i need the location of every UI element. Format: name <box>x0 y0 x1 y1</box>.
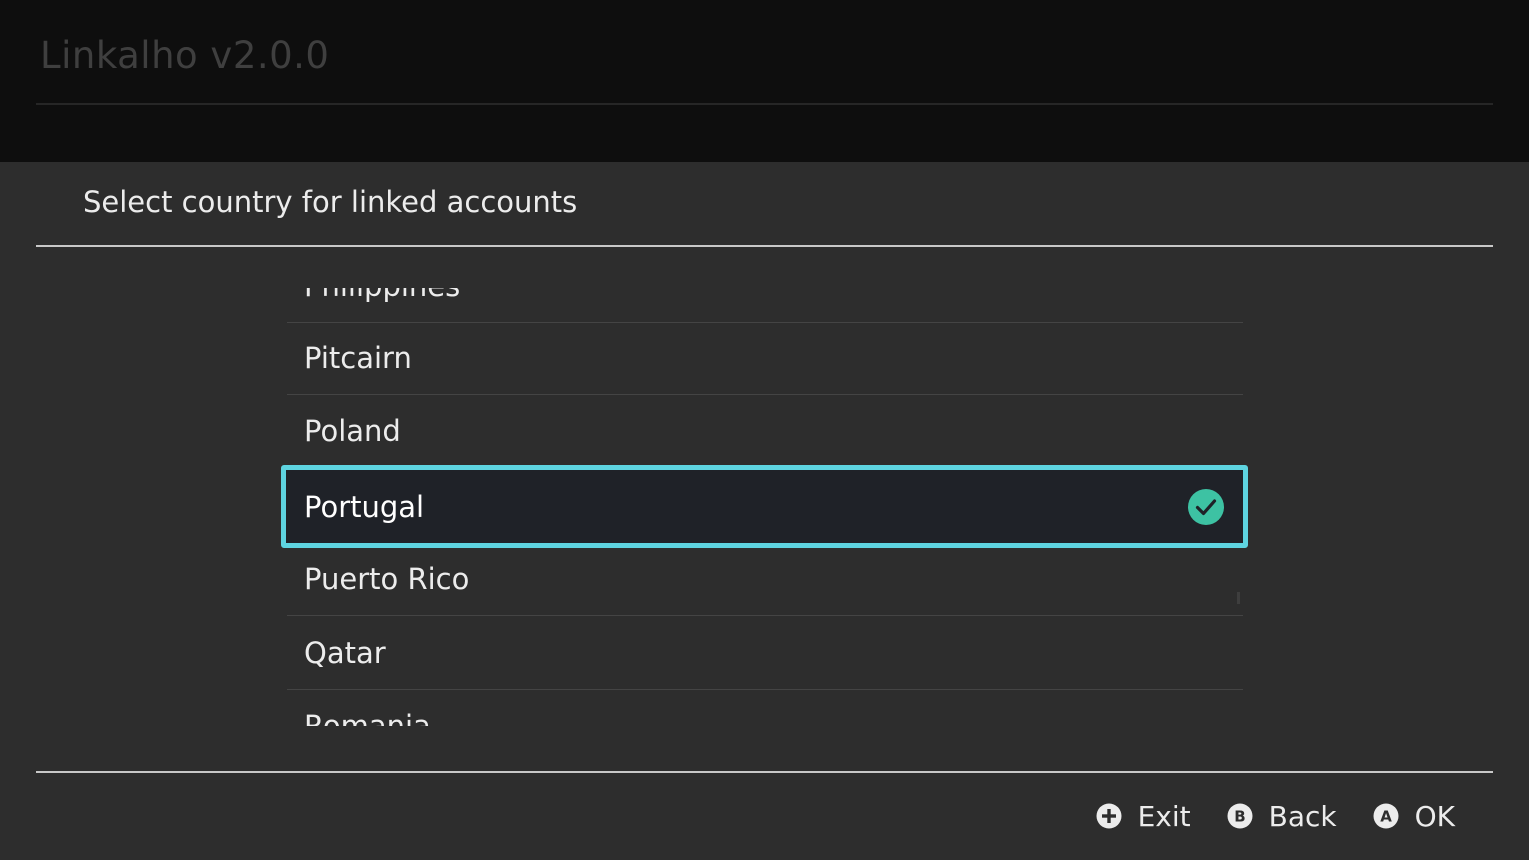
list-item-label: Philippines <box>304 288 460 303</box>
list-item-portugal-selected[interactable]: Portugal <box>281 465 1248 548</box>
list-item-label: Poland <box>304 414 401 448</box>
svg-text:A: A <box>1380 808 1392 826</box>
list-item-romania[interactable]: Romania <box>287 690 1243 726</box>
ok-label: OK <box>1414 799 1455 833</box>
exit-button[interactable]: Exit <box>1096 800 1191 833</box>
country-select-dialog: Select country for linked accounts Phili… <box>0 162 1529 860</box>
exit-label: Exit <box>1137 799 1191 833</box>
list-item-qatar[interactable]: Qatar <box>287 617 1243 690</box>
checkmark-icon <box>1188 488 1224 525</box>
list-item-pitcairn[interactable]: Pitcairn <box>287 322 1243 395</box>
app-header: Linkalho v2.0.0 <box>0 0 1529 162</box>
back-label: Back <box>1268 799 1337 833</box>
dialog-title: Select country for linked accounts <box>83 185 578 219</box>
selected-item-label: Portugal <box>304 489 425 524</box>
back-button[interactable]: B Back <box>1227 800 1337 833</box>
list-item-puerto-rico[interactable]: Puerto Rico <box>287 543 1243 616</box>
list-scrollbar[interactable] <box>1237 592 1240 604</box>
header-divider <box>36 103 1493 105</box>
list-item-philippines[interactable]: Philippines <box>287 288 1243 323</box>
footer-button-hints: Exit B Back A OK <box>1096 794 1455 838</box>
app-window: Linkalho v2.0.0 Select country for linke… <box>0 0 1529 860</box>
footer-divider <box>36 771 1493 773</box>
plus-button-icon <box>1096 803 1122 829</box>
app-title: Linkalho v2.0.0 <box>40 34 330 77</box>
b-button-icon: B <box>1227 803 1253 829</box>
list-item-label: Pitcairn <box>304 341 412 375</box>
ok-button[interactable]: A OK <box>1373 800 1455 833</box>
a-button-icon: A <box>1373 803 1399 829</box>
list-item-label: Qatar <box>304 636 386 670</box>
list-item-label: Romania <box>304 709 431 726</box>
list-item-label: Puerto Rico <box>304 562 470 596</box>
list-item-poland[interactable]: Poland <box>287 395 1243 468</box>
svg-text:B: B <box>1234 808 1245 826</box>
dialog-title-divider <box>36 245 1493 247</box>
